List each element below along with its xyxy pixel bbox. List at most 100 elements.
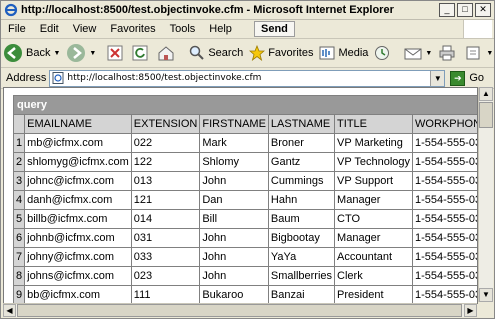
- table-cell: bb@icfmx.com: [24, 285, 132, 303]
- go-button[interactable]: ➔ Go: [450, 70, 485, 86]
- row-number: 5: [12, 209, 26, 229]
- table-row: 5 billb@icfmx.com 014 Bill Baum CTO 1-55…: [12, 209, 477, 229]
- horizontal-scrollbar[interactable]: ◀ ▶: [3, 303, 477, 317]
- vertical-scrollbar[interactable]: ▲ ▼: [478, 87, 493, 302]
- stop-button[interactable]: [107, 45, 126, 61]
- table-cell: 031: [130, 228, 201, 248]
- menu-file[interactable]: File: [1, 23, 33, 35]
- table-cell: Bukaroo: [199, 285, 269, 303]
- table-cell: 1-554-555-0331: [412, 209, 477, 229]
- history-icon: [375, 46, 390, 60]
- refresh-icon: [132, 45, 148, 61]
- table-cell: VP Support: [334, 171, 414, 191]
- horizontal-scroll-thumb[interactable]: [17, 304, 462, 317]
- back-arrow-icon: [4, 44, 22, 62]
- table-cell: Bigbootay: [267, 228, 336, 248]
- minimize-button[interactable]: _: [439, 3, 455, 17]
- menu-help[interactable]: Help: [202, 23, 239, 35]
- table-cell: Broner: [267, 133, 336, 153]
- table-cell: President: [334, 285, 414, 303]
- maximize-button[interactable]: □: [457, 3, 473, 17]
- query-caption: query: [12, 95, 477, 115]
- star-icon: [249, 45, 266, 61]
- chevron-down-icon[interactable]: ▼: [425, 50, 432, 57]
- column-header: FIRSTNAME: [199, 114, 269, 134]
- table-row: 6 johnb@icfmx.com 031 John Bigbootay Man…: [12, 228, 477, 248]
- search-button[interactable]: Search: [189, 45, 243, 61]
- refresh-button[interactable]: [132, 45, 151, 61]
- table-row: 3 johnc@icfmx.com 013 John Cummings VP S…: [12, 171, 477, 191]
- table-cell: shlomyg@icfmx.com: [24, 152, 132, 172]
- table-cell: Manager: [334, 228, 414, 248]
- table-cell: 1-554-555-0331: [412, 190, 477, 210]
- table-cell: YaYa: [267, 247, 336, 267]
- column-header: EMAILNAME: [24, 114, 132, 134]
- table-row: 2 shlomyg@icfmx.com 122 Shlomy Gantz VP …: [12, 152, 477, 172]
- menu-view[interactable]: View: [66, 23, 104, 35]
- home-button[interactable]: [157, 45, 178, 61]
- column-header: WORKPHONE: [412, 114, 477, 134]
- scroll-down-icon[interactable]: ▼: [479, 288, 493, 302]
- favorites-label: Favorites: [268, 47, 314, 59]
- home-icon: [158, 46, 174, 61]
- table-row: 4 danh@icfmx.com 121 Dan Hahn Manager 1-…: [12, 190, 477, 210]
- history-button[interactable]: [374, 45, 393, 61]
- print-button[interactable]: [438, 45, 459, 61]
- row-number: 6: [12, 228, 26, 248]
- table-cell: mb@icfmx.com: [24, 133, 132, 153]
- chevron-down-icon[interactable]: ▼: [89, 50, 96, 57]
- back-button[interactable]: Back ▼: [3, 43, 60, 63]
- favorites-button[interactable]: Favorites: [249, 45, 313, 61]
- media-button[interactable]: Media: [319, 45, 368, 61]
- table-cell: Accountant: [334, 247, 414, 267]
- row-number: 8: [12, 266, 26, 286]
- scroll-up-icon[interactable]: ▲: [479, 87, 493, 101]
- media-label: Media: [338, 47, 369, 59]
- table-cell: johnb@icfmx.com: [24, 228, 132, 248]
- menu-edit[interactable]: Edit: [33, 23, 66, 35]
- table-cell: Gantz: [267, 152, 336, 172]
- go-arrow-icon: ➔: [450, 70, 466, 86]
- table-row: 7 johny@icfmx.com 033 John YaYa Accounta…: [12, 247, 477, 267]
- address-input[interactable]: http://localhost:8500/test.objectinvoke.…: [49, 69, 446, 87]
- table-cell: Banzai: [267, 285, 336, 303]
- header-row: EMAILNAME EXTENSION FIRSTNAME LASTNAME T…: [12, 114, 477, 134]
- query-table: query EMAILNAME EXTENSION FIRSTNAME LAST…: [12, 95, 477, 303]
- address-url: http://localhost:8500/test.objectinvoke.…: [67, 73, 262, 83]
- chevron-down-icon[interactable]: ▼: [486, 50, 493, 57]
- edit-button[interactable]: ▼: [465, 45, 493, 61]
- address-bar: Address http://localhost:8500/test.objec…: [1, 68, 494, 89]
- chevron-down-icon[interactable]: ▼: [53, 50, 60, 57]
- table-cell: 1-554-555-0331: [412, 266, 477, 286]
- menu-tools[interactable]: Tools: [163, 23, 203, 35]
- table-cell: Hahn: [267, 190, 336, 210]
- send-button[interactable]: Send: [254, 21, 295, 37]
- browser-window: http://localhost:8500/test.objectinvoke.…: [0, 0, 495, 319]
- close-button[interactable]: ✕: [475, 3, 491, 17]
- mail-button[interactable]: ▼: [404, 45, 432, 61]
- search-icon: [190, 45, 205, 60]
- table-cell: johns@icfmx.com: [24, 266, 132, 286]
- row-number: 7: [12, 247, 26, 267]
- table-cell: Dan: [199, 190, 269, 210]
- menu-favorites[interactable]: Favorites: [103, 23, 162, 35]
- row-number: 2: [12, 152, 26, 172]
- page-content: query EMAILNAME EXTENSION FIRSTNAME LAST…: [3, 87, 478, 304]
- go-label: Go: [469, 72, 485, 84]
- table-cell: 1-554-555-0331: [412, 247, 477, 267]
- windows-logo: [463, 20, 492, 38]
- table-cell: 122: [130, 152, 201, 172]
- address-dropdown-icon[interactable]: ▼: [430, 70, 445, 86]
- scroll-right-icon[interactable]: ▶: [464, 304, 477, 317]
- vertical-scroll-thumb[interactable]: [479, 102, 493, 128]
- table-cell: Smallberries: [267, 266, 336, 286]
- back-label: Back: [26, 47, 51, 59]
- title-bar[interactable]: http://localhost:8500/test.objectinvoke.…: [1, 1, 494, 20]
- table-cell: 033: [130, 247, 201, 267]
- table-row: 9 bb@icfmx.com 111 Bukaroo Banzai Presid…: [12, 285, 477, 303]
- scroll-left-icon[interactable]: ◀: [3, 304, 16, 317]
- forward-button[interactable]: ▼: [66, 43, 96, 63]
- menu-bar: File Edit View Favorites Tools Help Send: [1, 20, 494, 39]
- column-header: EXTENSION: [130, 114, 201, 134]
- table-cell: Bill: [199, 209, 269, 229]
